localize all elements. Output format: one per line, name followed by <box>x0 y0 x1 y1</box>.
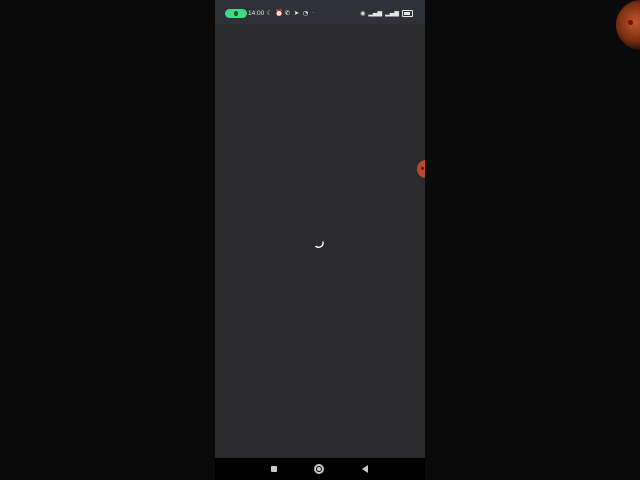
recents-button[interactable] <box>269 464 279 474</box>
moon-icon: ☾ <box>266 9 273 17</box>
whatsapp-icon: ✆ <box>284 9 291 17</box>
phone-screen: 14:00 ☾ ⏰ ✆ ➤ ◔ · ◉ ▂▄▆ ▂▄▆ <box>215 0 425 480</box>
ongoing-call-indicator[interactable] <box>225 9 247 18</box>
loading-spinner-icon <box>315 241 324 248</box>
bubble-eye-icon <box>421 167 424 170</box>
triangle-back-icon <box>362 465 368 473</box>
square-icon <box>271 466 277 472</box>
clock-icon: ◔ <box>302 9 309 17</box>
battery-icon <box>402 10 413 17</box>
microphone-icon <box>234 11 238 16</box>
eye-icon: ◉ <box>360 10 366 17</box>
volte-signal-icon: ▂▄▆ <box>368 10 383 17</box>
more-dots-icon: · <box>311 9 315 17</box>
telegram-icon: ➤ <box>293 9 300 17</box>
system-icons: ◉ ▂▄▆ ▂▄▆ <box>360 9 413 18</box>
home-button[interactable] <box>314 464 324 474</box>
background-bubble-eye <box>628 20 633 25</box>
signal-icon: ▂▄▆ <box>385 10 399 17</box>
back-button[interactable] <box>360 464 370 474</box>
battery-fill <box>404 12 410 15</box>
alarm-icon: ⏰ <box>275 9 284 17</box>
app-content-area <box>215 24 425 458</box>
navigation-bar <box>215 458 425 480</box>
notification-icons: ☾ ⏰ ✆ ➤ ◔ · <box>266 9 315 18</box>
status-bar: 14:00 ☾ ⏰ ✆ ➤ ◔ · ◉ ▂▄▆ ▂▄▆ <box>215 0 425 24</box>
circle-icon <box>314 464 324 474</box>
status-time: 14:00 <box>248 10 265 17</box>
background-bubble-blur <box>616 0 640 50</box>
